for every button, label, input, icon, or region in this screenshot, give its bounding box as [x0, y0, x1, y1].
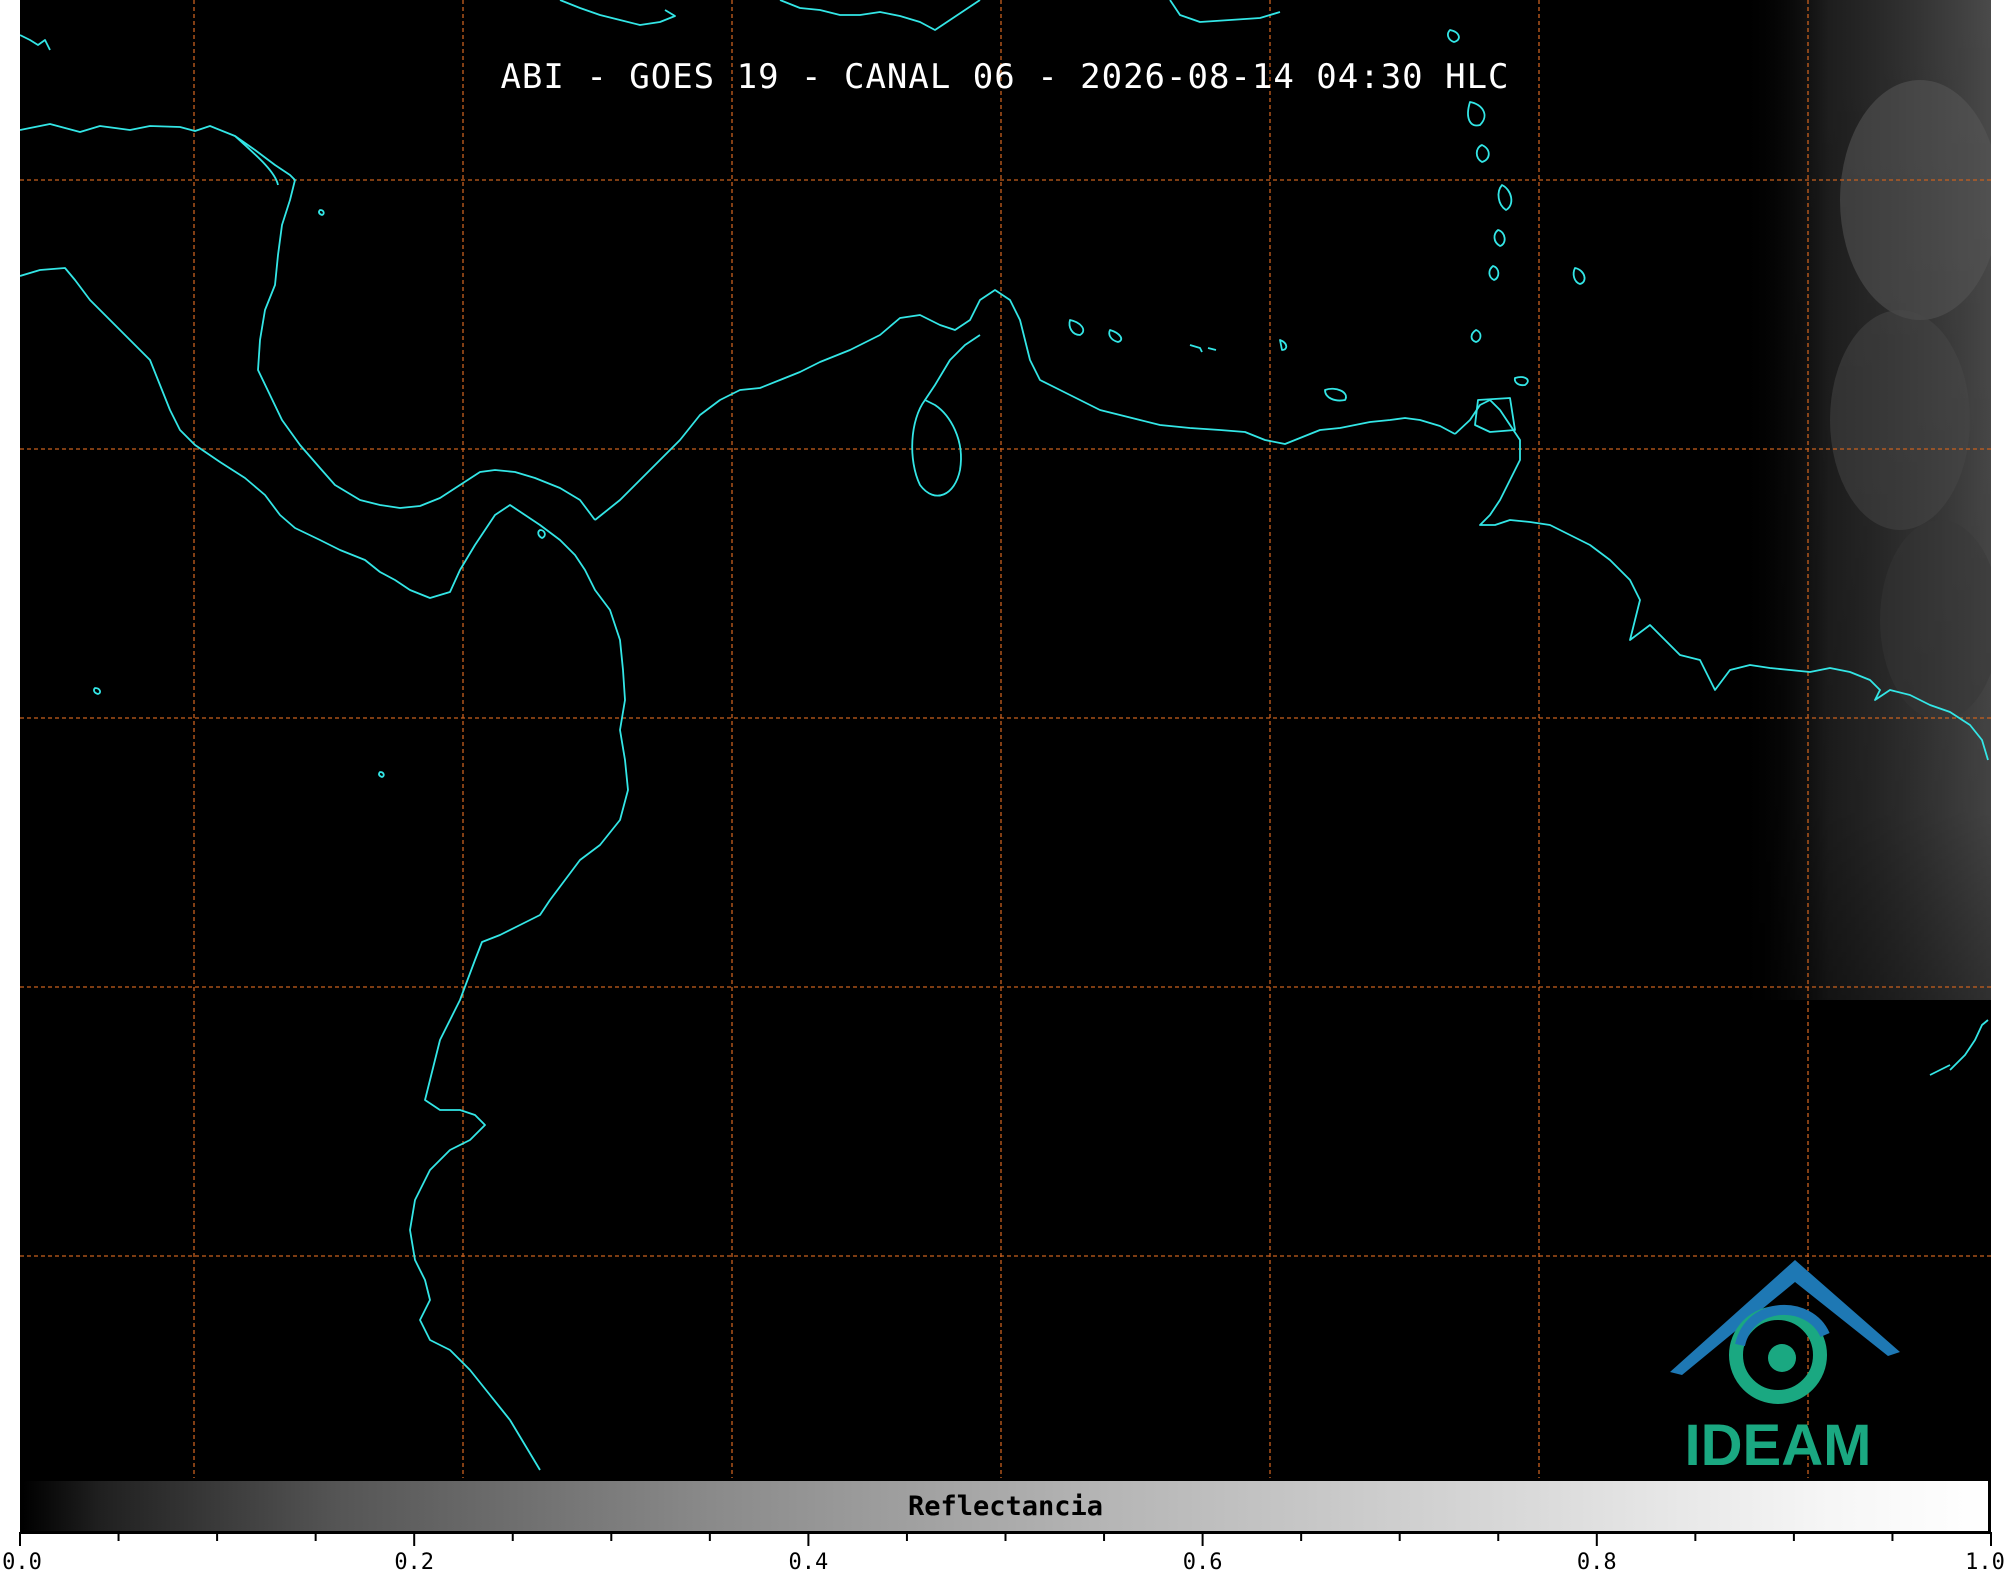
coastline-maracaibo-lake — [911, 399, 962, 497]
coastline-antilles-5 — [1493, 229, 1506, 247]
colorbar-tick-label: 1.0 — [1965, 1550, 2005, 1575]
coastline-puerto-rico — [1169, 0, 1281, 23]
colorbar-tick-label: 0.0 — [2, 1550, 42, 1575]
coastline-islet-2 — [93, 687, 102, 695]
coastline-top-left-islet — [20, 34, 51, 51]
colorbar-tick-label: 0.4 — [788, 1550, 829, 1575]
map-layer: ABI - GOES 19 - CANAL 06 - 2026-08-14 04… — [20, 0, 1991, 1478]
satellite-map: ABI - GOES 19 - CANAL 06 - 2026-08-14 04… — [20, 0, 1991, 1478]
coastline-cuba — [559, 0, 676, 26]
coastline-antilles-1 — [1447, 29, 1460, 43]
cloud-field — [1740, 0, 1991, 1000]
colorbar-tick-label: 0.2 — [394, 1550, 435, 1575]
coastline-margarita — [1324, 387, 1347, 402]
coastlines — [20, 0, 1989, 1471]
coastline-yucatan-tip — [234, 135, 279, 186]
coastline-antilles-7 — [1572, 267, 1586, 285]
colorbar: Reflectancia — [20, 1478, 1991, 1534]
ideam-logo: IDEAM — [1670, 1260, 1900, 1478]
colorbar-tick-marks — [19, 1532, 1992, 1546]
coastline-antilles-8 — [1470, 329, 1482, 343]
coastline-brazil-corner — [1929, 1019, 1989, 1076]
coastline-antilles-4 — [1497, 184, 1513, 211]
coastline-curacao — [1108, 329, 1123, 343]
coastline-tobago — [1513, 376, 1529, 387]
coastline-islet-4 — [318, 209, 325, 216]
coastline-islet-3 — [378, 771, 385, 778]
coastline-antilles-2 — [1467, 101, 1486, 127]
coastline-antilles-3 — [1475, 144, 1490, 163]
coastline-islet-1 — [537, 529, 546, 539]
graticule — [20, 0, 1991, 1478]
colorbar-label: Reflectancia — [907, 1491, 1104, 1522]
coastline-caribbean-colombia — [594, 289, 1456, 521]
coastline-guajira — [924, 334, 981, 401]
coastline-mexico — [20, 123, 596, 521]
coastline-hispaniola — [779, 0, 981, 31]
logo-text: IDEAM — [1685, 1413, 1872, 1478]
colorbar-ticks: 0.0 0.2 0.4 0.6 0.8 1.0 — [0, 1532, 2011, 1577]
colorbar-tick-label: 0.8 — [1576, 1550, 1617, 1575]
coastline-small-isles — [1189, 339, 1288, 353]
map-title: ABI - GOES 19 - CANAL 06 - 2026-08-14 04… — [500, 57, 1509, 97]
colorbar-tick-label: 0.6 — [1182, 1550, 1223, 1575]
coastline-pacific-central-america — [20, 267, 629, 1471]
coastline-antilles-6 — [1488, 265, 1500, 281]
coastline-aruba — [1068, 319, 1085, 336]
coastline-trinidad — [1474, 397, 1516, 433]
